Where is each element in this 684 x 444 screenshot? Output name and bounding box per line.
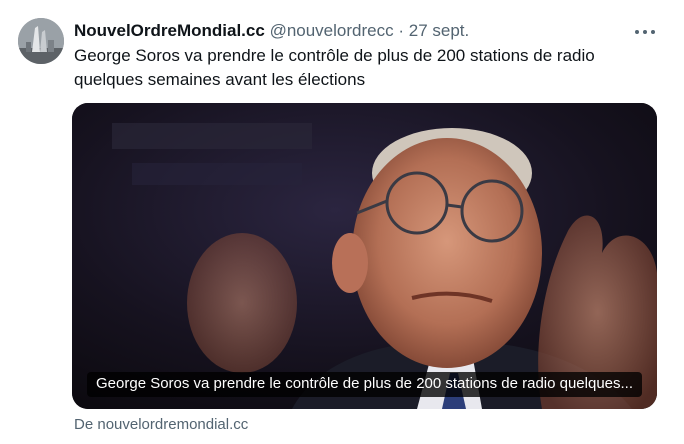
more-button[interactable] [628, 18, 662, 46]
source-prefix: De [74, 416, 94, 433]
card-caption[interactable]: George Soros va prendre le contrôle de p… [87, 372, 643, 397]
author-name[interactable]: NouvelOrdreMondial.cc [74, 21, 265, 40]
more-horizontal-icon [635, 30, 655, 34]
tweet-text: George Soros va prendre le contrôle de p… [74, 46, 595, 89]
tweet-timestamp[interactable]: 27 sept. [409, 21, 470, 40]
source-host[interactable]: nouvelordremondial.cc [97, 416, 248, 433]
card-source[interactable]: De nouvelordremondial.cc [74, 415, 248, 435]
tweet[interactable]: NouvelOrdreMondial.cc @nouvelordrecc · 2… [0, 0, 684, 444]
card-photo [72, 103, 657, 409]
separator-dot: · [398, 21, 405, 40]
tweet-header: NouvelOrdreMondial.cc @nouvelordrecc · 2… [74, 20, 624, 42]
avatar-image [18, 18, 64, 64]
avatar[interactable] [18, 18, 64, 64]
link-card[interactable] [72, 103, 657, 409]
author-handle[interactable]: @nouvelordrecc [270, 21, 394, 40]
